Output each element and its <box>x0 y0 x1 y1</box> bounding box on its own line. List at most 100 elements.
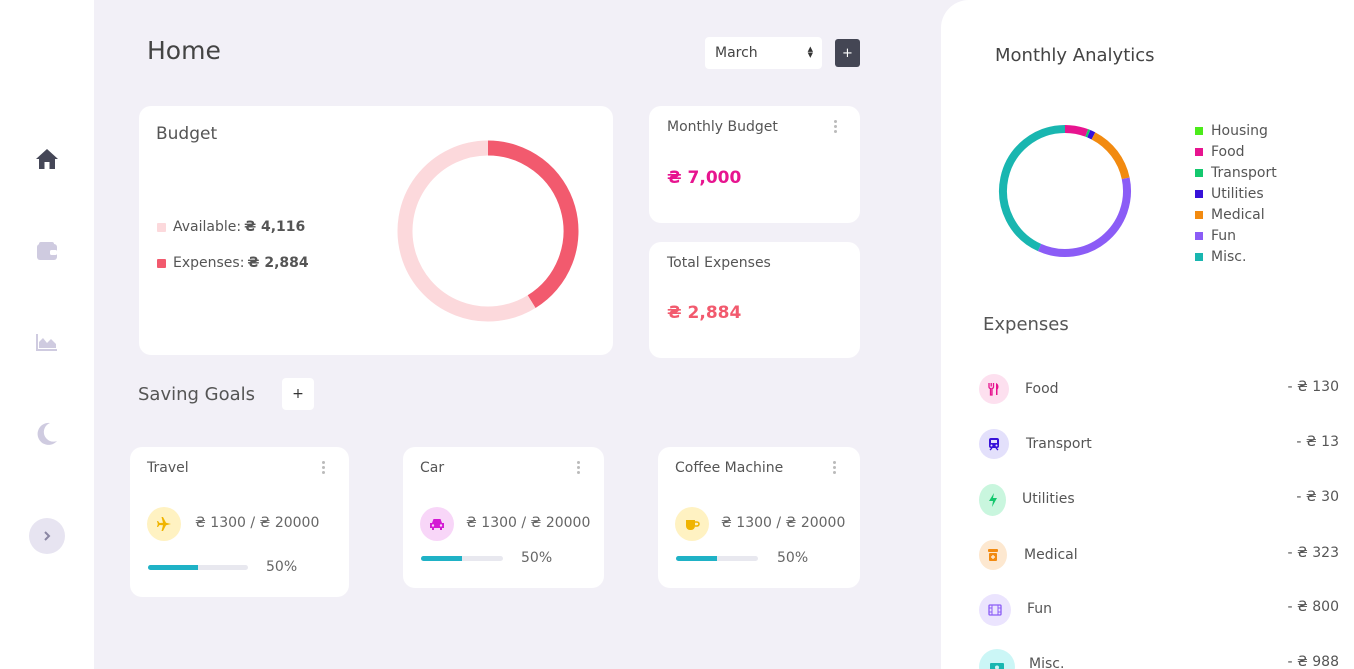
expense-amount: - ₴ 30 <box>1296 489 1339 505</box>
total-expenses-label: Total Expenses <box>667 255 771 271</box>
goal-name: Travel <box>147 460 189 476</box>
wallet-icon[interactable] <box>34 238 60 264</box>
goal-name: Coffee Machine <box>675 460 784 476</box>
expenses-title: Expenses <box>983 314 1069 335</box>
train-icon <box>979 429 1009 459</box>
add-goal-button[interactable]: + <box>282 378 314 410</box>
legend-item-housing[interactable]: Housing <box>1195 120 1277 141</box>
goal-percent: 50% <box>777 550 809 566</box>
budget-donut-chart <box>397 140 579 322</box>
monthly-budget-value: ₴ 7,000 <box>667 168 742 188</box>
car-icon <box>420 507 454 541</box>
goal-amount: ₴ 1300 / ₴ 20000 <box>466 515 591 531</box>
goal-progress-bar <box>421 556 503 561</box>
expenses-value: ₴ 2,884 <box>247 255 309 271</box>
expense-row-medical[interactable]: Medical - ₴ 323 <box>979 540 1339 574</box>
goal-progress-fill <box>421 556 462 561</box>
analytics-donut-segment-transport[interactable] <box>1085 129 1091 138</box>
legend-label: Misc. <box>1211 248 1247 265</box>
expense-name: Fun <box>1027 601 1053 617</box>
chevron-right-icon <box>44 531 51 541</box>
analytics-donut-segment-fun[interactable] <box>1037 177 1131 257</box>
airplane-icon <box>147 507 181 541</box>
kebab-menu-icon[interactable] <box>577 461 581 476</box>
budget-donut-segment-available[interactable] <box>397 140 536 322</box>
chart-area-icon[interactable] <box>34 329 60 355</box>
legend-label: Transport <box>1211 164 1277 181</box>
goal-amount: ₴ 1300 / ₴ 20000 <box>195 515 320 531</box>
money-icon <box>979 649 1015 669</box>
budget-card: Budget Available: ₴ 4,116 Expenses: ₴ 2,… <box>139 106 613 355</box>
expense-row-food[interactable]: Food - ₴ 130 <box>979 374 1339 408</box>
month-select-value: March <box>715 45 758 61</box>
expense-amount: - ₴ 323 <box>1287 545 1339 561</box>
goal-name: Car <box>420 460 445 476</box>
home-icon[interactable] <box>34 146 60 172</box>
monthly-budget-label: Monthly Budget <box>667 119 778 135</box>
legend-swatch <box>1195 252 1203 261</box>
legend-item-fun[interactable]: Fun <box>1195 225 1277 246</box>
expense-name: Misc. <box>1029 656 1065 669</box>
total-expenses-card: Total Expenses ₴ 2,884 <box>649 242 860 358</box>
analytics-donut-segment-misc[interactable] <box>999 125 1066 252</box>
legend-swatch <box>1195 189 1203 198</box>
pill-bottle-icon <box>979 540 1007 570</box>
analytics-donut-segment-food[interactable] <box>1064 125 1089 137</box>
expense-row-fun[interactable]: Fun - ₴ 800 <box>979 594 1339 628</box>
goal-progress-fill <box>676 556 717 561</box>
expenses-swatch <box>157 258 166 268</box>
analytics-donut-segment-medical[interactable] <box>1091 132 1130 180</box>
goal-progress-fill <box>148 565 198 570</box>
goal-amount: ₴ 1300 / ₴ 20000 <box>721 515 846 531</box>
utensils-icon <box>979 374 1009 404</box>
analytics-panel: Monthly Analytics Housing Food Transport… <box>941 0 1354 669</box>
expense-row-misc[interactable]: Misc. - ₴ 988 <box>979 649 1339 669</box>
sidebar <box>0 0 94 669</box>
goal-percent: 50% <box>266 559 298 575</box>
add-button[interactable]: + <box>835 39 860 67</box>
analytics-donut-segment-utilities[interactable] <box>1087 130 1096 140</box>
total-expenses-value: ₴ 2,884 <box>667 303 742 323</box>
coffee-icon <box>675 507 709 541</box>
goal-progress-bar <box>148 565 248 570</box>
sidebar-expand-button[interactable] <box>29 518 65 554</box>
expense-name: Transport <box>1026 436 1092 452</box>
kebab-menu-icon[interactable] <box>834 120 838 135</box>
goal-progress-bar <box>676 556 758 561</box>
expense-amount: - ₴ 13 <box>1296 434 1339 450</box>
legend-swatch <box>1195 231 1203 240</box>
month-select[interactable]: March ▲ ▼ <box>705 37 822 69</box>
expense-row-transport[interactable]: Transport - ₴ 13 <box>979 429 1339 463</box>
bolt-icon <box>979 484 1006 516</box>
expense-name: Utilities <box>1022 491 1075 507</box>
expense-amount: - ₴ 130 <box>1287 379 1339 395</box>
saving-goals-title: Saving Goals <box>138 384 256 405</box>
expense-amount: - ₴ 800 <box>1287 599 1339 615</box>
analytics-legend: Housing Food Transport Utilities Medical… <box>1195 120 1277 267</box>
available-swatch <box>157 222 166 232</box>
film-icon <box>979 594 1011 626</box>
expenses-label: Expenses: <box>173 255 245 271</box>
available-label: Available: <box>173 219 242 235</box>
legend-label: Housing <box>1211 122 1268 139</box>
analytics-title: Monthly Analytics <box>995 45 1155 66</box>
monthly-budget-card: Monthly Budget ₴ 7,000 <box>649 106 860 223</box>
kebab-menu-icon[interactable] <box>833 461 837 476</box>
moon-icon[interactable] <box>34 421 60 447</box>
expense-amount: - ₴ 988 <box>1287 654 1339 669</box>
legend-swatch <box>1195 126 1203 135</box>
goal-card-car: Car ₴ 1300 / ₴ 20000 50% <box>403 447 604 588</box>
legend-label: Fun <box>1211 227 1237 244</box>
legend-swatch <box>1195 168 1203 177</box>
budget-expenses-legend: Expenses: ₴ 2,884 <box>157 255 309 271</box>
legend-item-food[interactable]: Food <box>1195 141 1277 162</box>
legend-item-transport[interactable]: Transport <box>1195 162 1277 183</box>
kebab-menu-icon[interactable] <box>322 461 326 476</box>
legend-item-misc[interactable]: Misc. <box>1195 246 1277 267</box>
budget-donut-segment-expenses[interactable] <box>487 140 579 309</box>
legend-item-medical[interactable]: Medical <box>1195 204 1277 225</box>
page-title: Home <box>147 36 221 65</box>
legend-item-utilities[interactable]: Utilities <box>1195 183 1277 204</box>
available-value: ₴ 4,116 <box>244 219 306 235</box>
expense-row-utilities[interactable]: Utilities - ₴ 30 <box>979 484 1339 518</box>
